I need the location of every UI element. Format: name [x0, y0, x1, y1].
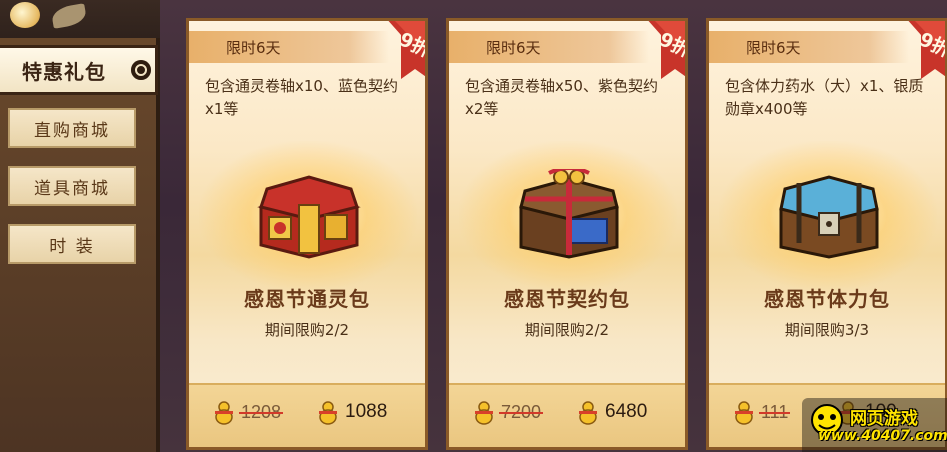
original-price: 111 — [731, 399, 791, 425]
original-price-value: 1208 — [238, 401, 284, 422]
sidebar: 特惠礼包 直购商城 道具商城 时 装 — [0, 0, 160, 452]
pack-name: 感恩节体力包 — [764, 287, 890, 311]
nav-label: 直购商城 — [34, 120, 110, 141]
gourd-currency-icon — [215, 401, 233, 425]
original-price-value: 7200 — [498, 401, 544, 422]
nav-direct-shop-button[interactable]: 直购商城 — [8, 108, 136, 148]
sale-price-value: 6480 — [605, 401, 648, 422]
pack-description: 包含通灵卷轴x50、紫色契约x2等 — [465, 77, 658, 118]
nav-label: 时 装 — [49, 236, 95, 257]
nav-label: 道具商城 — [34, 178, 110, 199]
discount-tag: 9折 — [908, 21, 945, 79]
watermark-url: www.40407.com — [818, 428, 947, 444]
discount-tag: 9折 — [388, 21, 425, 79]
sale-price[interactable]: 1088 — [315, 399, 387, 425]
time-limit-ribbon — [449, 31, 649, 63]
tab-special-gift-pack[interactable]: 特惠礼包 — [0, 45, 158, 95]
ribbon-treasure-chest-icon — [519, 169, 619, 259]
red-treasure-chest-icon — [257, 175, 361, 259]
original-price: 1208 — [211, 399, 284, 425]
purchase-limit: 期间限购2/2 — [264, 321, 350, 339]
gift-pack-card[interactable]: 限时6天 9折 包含通灵卷轴x50、紫色契约x2等 感恩节契约包 期间限购2/2… — [446, 18, 688, 450]
pack-description: 包含通灵卷轴x10、蓝色契约x1等 — [205, 77, 398, 118]
gourd-currency-icon — [319, 401, 337, 425]
gourd-currency-icon — [735, 401, 753, 425]
nav-fashion-button[interactable]: 时 装 — [8, 224, 136, 264]
original-price: 7200 — [471, 399, 544, 425]
time-limit-text: 限时6天 — [226, 39, 281, 57]
leaf-icon — [50, 3, 88, 29]
sale-price-value: 1088 — [345, 401, 388, 422]
original-price-value: 111 — [758, 401, 791, 422]
time-limit-text: 限时6天 — [486, 39, 541, 57]
time-limit-ribbon — [709, 31, 909, 63]
time-limit-text: 限时6天 — [746, 39, 801, 57]
nav-item-shop-button[interactable]: 道具商城 — [8, 166, 136, 206]
pack-name: 感恩节通灵包 — [244, 287, 370, 311]
wooden-treasure-chest-icon — [779, 175, 879, 259]
gourd-currency-icon — [579, 401, 597, 425]
gourd-currency-icon — [475, 401, 493, 425]
purchase-limit: 期间限购2/2 — [524, 321, 610, 339]
gift-pack-card[interactable]: 限时6天 9折 包含通灵卷轴x10、蓝色契约x1等 感恩节通灵包 期间限购2/2… — [186, 18, 428, 450]
purchase-limit: 期间限购3/3 — [784, 321, 870, 339]
pack-description: 包含体力药水（大）x1、银质勋章x400等 — [725, 77, 924, 118]
site-watermark: 网页游戏 www.40407.com — [802, 398, 947, 452]
gift-pack-card[interactable]: 限时6天 9折 包含体力药水（大）x1、银质勋章x400等 感恩节体力包 期间限… — [706, 18, 947, 450]
fan-emblem-icon — [131, 60, 151, 80]
time-limit-ribbon — [189, 31, 389, 63]
sale-price[interactable]: 6480 — [575, 399, 647, 425]
lantern-icon — [10, 2, 40, 28]
top-decoration — [0, 0, 160, 38]
pack-name: 感恩节契约包 — [504, 287, 630, 311]
tab-label: 特惠礼包 — [22, 59, 106, 84]
discount-tag: 9折 — [648, 21, 685, 79]
watermark-title: 网页游戏 — [850, 409, 918, 429]
